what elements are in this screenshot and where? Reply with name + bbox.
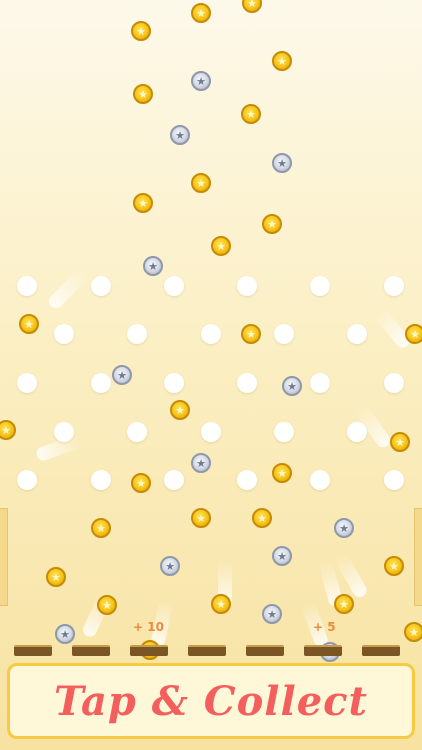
peg (201, 324, 221, 344)
gold-coin-icon: ★ (133, 193, 153, 213)
silver-coin-icon: ★ (143, 256, 163, 276)
peg (164, 373, 184, 393)
tap-collect-banner[interactable]: Tap & Collect (7, 663, 415, 739)
silver-coin-icon: ★ (272, 153, 292, 173)
collector-slot (188, 645, 226, 656)
gold-coin-icon: ★ (191, 508, 211, 528)
gold-coin-icon: ★ (211, 594, 231, 614)
bonus-label-5: + 5 (313, 620, 336, 634)
silver-coin-icon: ★ (334, 518, 354, 538)
gold-coin-icon: ★ (91, 518, 111, 538)
silver-coin-icon: ★ (272, 546, 292, 566)
gold-coin-icon: ★ (384, 556, 404, 576)
gold-coin-icon: ★ (191, 173, 211, 193)
peg (127, 324, 147, 344)
peg (237, 373, 257, 393)
peg (91, 373, 111, 393)
motion-trail (46, 268, 89, 311)
collector-slot (304, 645, 342, 656)
peg (274, 324, 294, 344)
peg (237, 470, 257, 490)
game-board[interactable]: ★★★★★★★★★★★★★★★★★★★★★★★★★★★★★★★★★★★★★★★★… (0, 0, 422, 750)
left-wall (0, 508, 8, 606)
gold-coin-icon: ★ (272, 51, 292, 71)
peg (310, 373, 330, 393)
gold-coin-icon: ★ (133, 84, 153, 104)
peg (201, 422, 221, 442)
peg (17, 470, 37, 490)
silver-coin-icon: ★ (191, 71, 211, 91)
silver-coin-icon: ★ (55, 624, 75, 644)
collector-slot (72, 645, 110, 656)
peg (384, 470, 404, 490)
gold-coin-icon: ★ (46, 567, 66, 587)
peg (91, 276, 111, 296)
right-wall (414, 508, 422, 606)
gold-coin-icon: ★ (252, 508, 272, 528)
silver-coin-icon: ★ (191, 453, 211, 473)
gold-coin-icon: ★ (19, 314, 39, 334)
peg (347, 324, 367, 344)
peg (164, 470, 184, 490)
peg (274, 422, 294, 442)
gold-coin-icon: ★ (262, 214, 282, 234)
gold-coin-icon: ★ (170, 400, 190, 420)
cta-text: Tap & Collect (54, 677, 368, 725)
silver-coin-icon: ★ (282, 376, 302, 396)
bonus-label-10: + 10 (133, 620, 164, 634)
silver-coin-icon: ★ (160, 556, 180, 576)
peg (384, 276, 404, 296)
gold-coin-icon: ★ (211, 236, 231, 256)
peg (164, 276, 184, 296)
silver-coin-icon: ★ (170, 125, 190, 145)
gold-coin-icon: ★ (97, 595, 117, 615)
gold-coin-icon: ★ (0, 420, 16, 440)
collector-slot (362, 645, 400, 656)
gold-coin-icon: ★ (334, 594, 354, 614)
peg (17, 373, 37, 393)
gold-coin-icon: ★ (131, 21, 151, 41)
peg (91, 470, 111, 490)
collector-slot (246, 645, 284, 656)
peg (384, 373, 404, 393)
peg (54, 422, 74, 442)
gold-coin-icon: ★ (241, 324, 261, 344)
gold-coin-icon: ★ (272, 463, 292, 483)
gold-coin-icon: ★ (191, 3, 211, 23)
silver-coin-icon: ★ (262, 604, 282, 624)
peg (127, 422, 147, 442)
peg (54, 324, 74, 344)
peg (17, 276, 37, 296)
gold-coin-icon: ★ (242, 0, 262, 13)
peg (347, 422, 367, 442)
silver-coin-icon: ★ (112, 365, 132, 385)
peg (237, 276, 257, 296)
gold-coin-icon: ★ (241, 104, 261, 124)
collector-slot (130, 645, 168, 656)
gold-coin-icon: ★ (405, 324, 422, 344)
gold-coin-icon: ★ (404, 622, 422, 642)
peg (310, 470, 330, 490)
gold-coin-icon: ★ (390, 432, 410, 452)
gold-coin-icon: ★ (131, 473, 151, 493)
collector-slot (14, 645, 52, 656)
peg (310, 276, 330, 296)
